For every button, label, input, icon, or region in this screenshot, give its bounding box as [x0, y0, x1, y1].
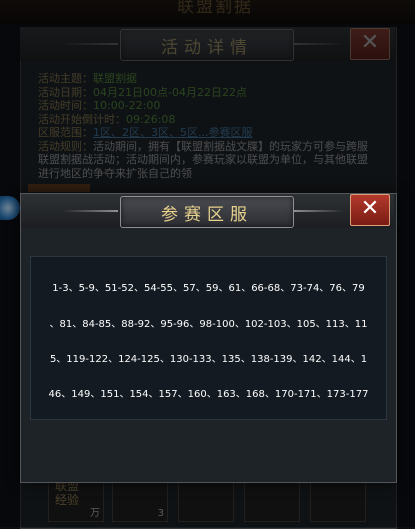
header-ornament-right — [294, 210, 344, 212]
server-list-line: 5、119-122、124-125、130-133、135、138-139、14… — [49, 354, 368, 365]
server-list-line: 46、149、151、154、157、160、163、168、170-171、1… — [48, 389, 369, 400]
server-list-title: 参赛区服 — [120, 196, 294, 228]
server-list-panel: 1-3、5-9、51-52、54-55、57、59、61、66-68、73-74… — [30, 256, 387, 420]
server-list-line: 、81、84-85、88-92、95-96、98-100、102-103、105… — [49, 319, 368, 330]
server-list-line: 1-3、5-9、51-52、54-55、57、59、61、66-68、73-74… — [52, 283, 365, 294]
server-list-close-button[interactable]: ✕ — [350, 194, 390, 226]
header-ornament-left — [62, 210, 118, 212]
